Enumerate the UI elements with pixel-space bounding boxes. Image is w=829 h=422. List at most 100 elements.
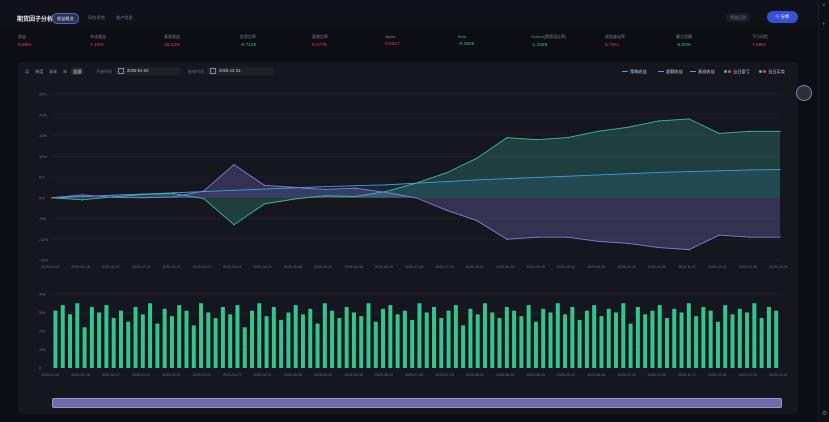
volume-bar — [475, 314, 480, 368]
metric-value: 0.4778 — [312, 43, 327, 48]
x-tick-label: 2025-03-07 — [162, 265, 180, 269]
metric-sortino: Sortino(索提诺比率) -1.1568 — [531, 34, 566, 48]
x-tick-label: 2025-06-06 — [344, 265, 362, 269]
data-point — [749, 130, 751, 132]
volume-bar — [468, 308, 473, 368]
volume-bar — [82, 327, 87, 368]
volume-bar — [60, 305, 65, 368]
start-date-value: 2025-01-02 — [127, 68, 149, 73]
legend-dot — [728, 70, 731, 74]
data-point — [354, 185, 356, 187]
legend-excess[interactable]: 超额收益 — [658, 68, 683, 75]
volume-bar — [330, 310, 335, 368]
period-month[interactable]: 月 — [25, 68, 29, 75]
volume-bar — [723, 305, 728, 368]
y-tick-label: -15% — [39, 258, 49, 263]
avatar[interactable] — [796, 85, 812, 101]
start-date-input[interactable]: 2025-01-02 — [115, 67, 181, 75]
volume-bar — [621, 303, 626, 368]
x-tick-label: 2025-12-29 — [769, 265, 787, 269]
data-point — [445, 172, 447, 174]
data-point — [112, 194, 114, 196]
volume-bar — [206, 312, 211, 368]
volume-bar — [264, 316, 269, 368]
volume-bar — [628, 323, 633, 368]
volume-bar — [199, 303, 204, 368]
x-tick-label: 2025-12-15 — [739, 265, 757, 269]
x-tick-label: 2025-05-08 — [284, 265, 302, 269]
metric-label: 最大回撤 — [676, 34, 692, 39]
end-date-input[interactable]: 2025-12-31 — [207, 67, 273, 75]
metric-label: Sortino(索提诺比率) — [531, 34, 567, 39]
volume-bar — [126, 321, 131, 368]
data-point — [263, 184, 265, 186]
data-point — [506, 238, 508, 240]
x-tick-label: 2025-12-01 — [708, 373, 726, 377]
legend-swatch — [658, 71, 664, 73]
volume-bar — [118, 310, 123, 368]
plus-icon[interactable]: + — [822, 22, 826, 28]
volume-bar — [213, 318, 218, 368]
volume-bar — [184, 310, 189, 368]
metric-info-ratio: 信息比率 -0.7126 — [240, 34, 256, 48]
volume-bar — [592, 305, 597, 368]
data-point — [233, 163, 235, 166]
data-point — [718, 170, 720, 172]
data-point — [203, 197, 205, 200]
volume-bar — [694, 316, 699, 368]
x-tick-label: 2025-09-26 — [587, 265, 605, 269]
y-tick-label: 10k — [39, 347, 45, 352]
volume-bar — [497, 318, 502, 368]
metric-value: 5.73% — [605, 43, 619, 48]
data-point — [688, 171, 690, 173]
period-all[interactable]: 全部 — [71, 68, 84, 75]
period-half-year[interactable]: 半年 — [49, 68, 57, 75]
analyze-button[interactable]: ⚇ 分析 — [767, 11, 798, 23]
period-quarter[interactable]: 季度 — [35, 68, 43, 75]
x-tick-label: 2025-01-02 — [41, 265, 59, 269]
x-tick-label: 2025-01-16 — [71, 265, 89, 269]
volume-bar — [402, 310, 407, 368]
x-tick-label: 2025-04-07 — [223, 373, 241, 377]
volume-bar — [359, 316, 364, 368]
volume-bar — [148, 303, 153, 368]
data-point — [172, 196, 174, 198]
volume-bar — [482, 303, 487, 368]
tab-risk-assessment[interactable]: 风险评估 — [84, 13, 109, 22]
x-tick-label: 2025-11-03 — [648, 373, 666, 377]
metric-volatility: 收益波动率 5.73% — [605, 34, 625, 48]
returns-chart[interactable]: 25% 20% 15% 10% 5% 0% -5% -10% -15% 2025-01-02 202… — [18, 84, 798, 284]
legend-benchmark[interactable]: 基准收益 — [690, 68, 715, 75]
tab-account-info[interactable]: 账户信息 — [112, 13, 137, 22]
close-icon[interactable]: × — [822, 3, 826, 9]
period-year[interactable]: 年 — [63, 68, 67, 75]
volume-bar — [279, 319, 284, 368]
volume-bar — [177, 305, 182, 368]
gear-icon[interactable]: ⚙ — [822, 410, 827, 417]
tab-returns-overview[interactable]: 收益概览 — [52, 13, 79, 24]
volume-bar — [555, 303, 560, 368]
metric-label: 信息比率 — [240, 34, 256, 39]
volume-bar — [584, 310, 589, 368]
legend-daily-trades[interactable]: 当日买卖 — [759, 68, 785, 75]
volume-bar — [271, 306, 276, 368]
x-tick-label: 2025-08-15 — [496, 265, 514, 269]
volume-bar — [650, 310, 655, 368]
x-tick-label: 2025-12-15 — [739, 373, 757, 377]
legend-label: 当日盈亏 — [733, 69, 750, 74]
top-bar: 期货因子分析 收益概览 风险评估 账户信息 策略回测 ⚇ 分析 — [0, 0, 818, 26]
backtest-button[interactable]: 策略回测 — [726, 13, 750, 22]
x-tick-label: 2025-02-07 — [102, 265, 120, 269]
volume-chart[interactable]: 40k 30k 20k 10k 0 2025-01-02 2025-01-16 2025-02… — [18, 288, 798, 383]
zoom-slider[interactable] — [52, 398, 782, 408]
legend-label: 超额收益 — [666, 69, 683, 74]
y-tick-label: -10% — [39, 237, 49, 242]
legend-strategy[interactable]: 策略收益 — [622, 68, 647, 75]
x-tick-label: 2025-04-07 — [223, 265, 241, 269]
volume-bar — [155, 323, 160, 368]
y-tick-label: 15% — [39, 133, 47, 138]
metrics-row: 收益 8.59% 年化收益 7.10% 基准收益 16.12% 信息比率 -0.7126… — [18, 34, 798, 52]
legend-daily-pnl[interactable]: 当日盈亏 — [724, 68, 750, 75]
volume-bar — [373, 321, 378, 368]
volume-bar — [75, 303, 80, 368]
